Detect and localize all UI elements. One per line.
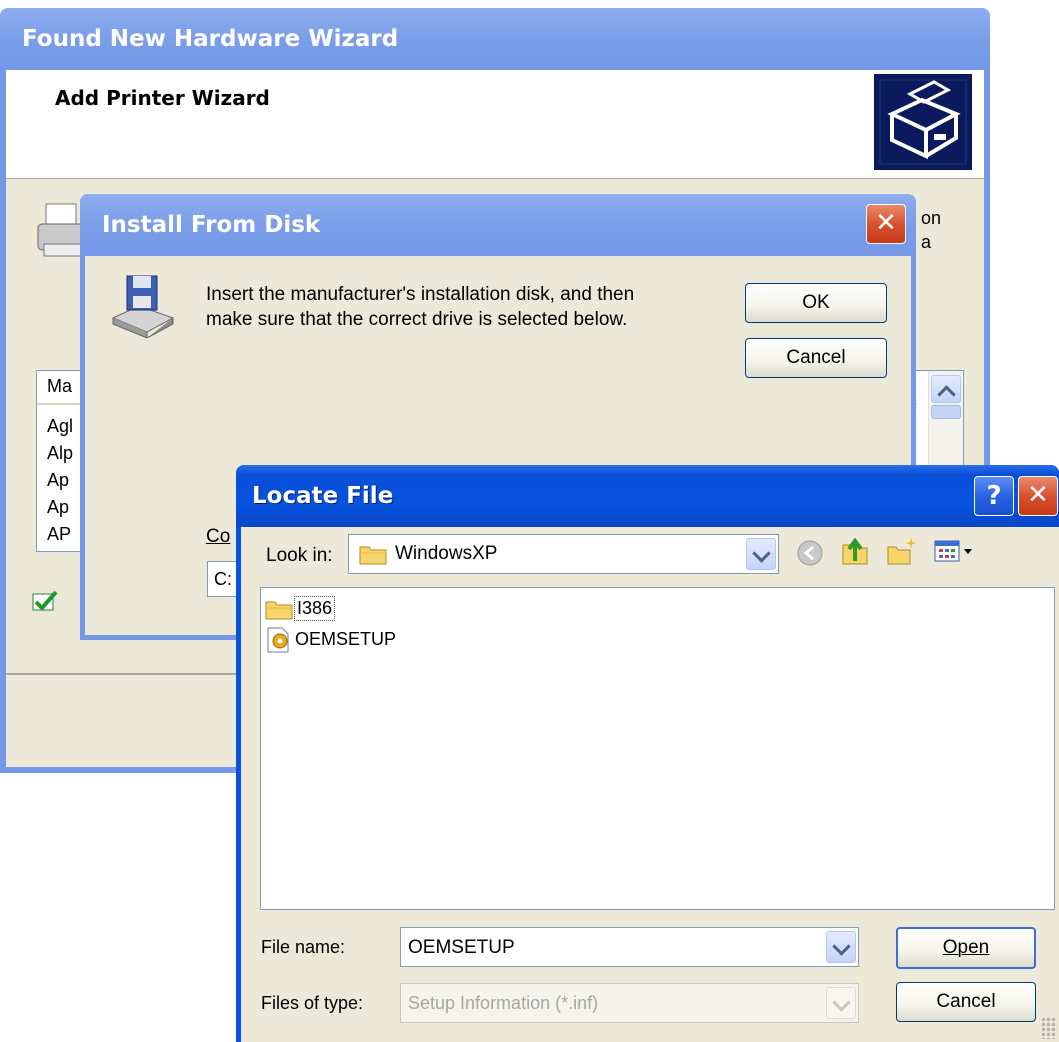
files-of-type-value: Setup Information (*.inf) bbox=[408, 993, 599, 1013]
list-item[interactable]: Agl bbox=[47, 413, 73, 440]
wizard-header-band: Add Printer Wizard bbox=[6, 70, 984, 179]
install-message: Insert the manufacturer's installation d… bbox=[206, 282, 634, 332]
install-from-disk-title: Install From Disk bbox=[102, 212, 321, 238]
ok-button[interactable]: OK bbox=[745, 283, 887, 323]
close-icon: ✕ bbox=[1027, 480, 1049, 510]
partial-text-a: a bbox=[921, 232, 932, 252]
up-one-level-icon[interactable] bbox=[839, 535, 871, 573]
look-in-value: WindowsXP bbox=[395, 543, 498, 564]
file-name-label: I386 bbox=[294, 596, 336, 621]
list-item[interactable]: AP bbox=[47, 521, 73, 548]
list-item[interactable]: Alp bbox=[47, 440, 73, 467]
chevron-up-icon bbox=[937, 385, 956, 404]
look-in-dropdown[interactable]: WindowsXP bbox=[348, 534, 779, 574]
chevron-down-icon bbox=[832, 993, 851, 1012]
view-menu-icon[interactable] bbox=[933, 537, 977, 571]
setup-file-icon bbox=[265, 626, 293, 660]
locate-file-body: Look in: WindowsXP I386 OEMSETUP File na… bbox=[241, 527, 1059, 1042]
files-of-type-select[interactable]: Setup Information (*.inf) bbox=[400, 983, 859, 1023]
files-of-type-dropdown-button[interactable] bbox=[826, 987, 856, 1019]
folder-icon bbox=[359, 543, 387, 571]
chevron-down-icon bbox=[832, 937, 851, 956]
scroll-up-button[interactable] bbox=[931, 375, 961, 404]
look-in-dropdown-button[interactable] bbox=[746, 538, 776, 570]
chevron-down-icon bbox=[752, 544, 771, 563]
wizard-header-title: Add Printer Wizard bbox=[55, 86, 270, 110]
copy-from-label: Co bbox=[206, 526, 231, 547]
look-in-label: Look in: bbox=[266, 545, 333, 566]
close-button[interactable]: ✕ bbox=[866, 204, 906, 244]
install-disk-icon bbox=[109, 272, 175, 344]
hardware-wizard-title: Found New Hardware Wizard bbox=[22, 26, 399, 52]
scroll-thumb[interactable] bbox=[931, 405, 961, 419]
partial-text-on: on bbox=[921, 208, 942, 228]
open-button-label: Open bbox=[942, 937, 990, 958]
files-of-type-label: Files of type: bbox=[261, 993, 364, 1013]
folder-icon bbox=[265, 598, 293, 626]
cancel-button[interactable]: Cancel bbox=[896, 982, 1036, 1022]
open-button[interactable]: Open bbox=[896, 927, 1036, 969]
install-message-line-2: make sure that the correct drive is sele… bbox=[206, 309, 628, 330]
back-icon[interactable] bbox=[796, 539, 824, 573]
new-folder-icon[interactable] bbox=[886, 535, 918, 573]
file-name-label: OEMSETUP bbox=[295, 629, 397, 649]
file-list[interactable]: I386 OEMSETUP bbox=[260, 587, 1055, 910]
list-item[interactable]: Ap bbox=[47, 467, 73, 494]
resize-grip-icon[interactable] bbox=[1041, 1017, 1057, 1039]
file-name-label: File name: bbox=[261, 937, 346, 957]
file-name-combobox[interactable]: OEMSETUP bbox=[400, 927, 859, 967]
digitally-signed-icon bbox=[32, 590, 60, 620]
manufacturer-list-header[interactable]: Ma bbox=[47, 376, 72, 397]
hardware-wizard-logo-icon bbox=[874, 74, 972, 170]
locate-file-titlebar[interactable]: Locate File bbox=[236, 465, 1059, 527]
file-name-value: OEMSETUP bbox=[408, 937, 515, 958]
close-button[interactable]: ✕ bbox=[1018, 476, 1058, 516]
locate-file-title: Locate File bbox=[252, 483, 394, 509]
list-item[interactable]: Ap bbox=[47, 494, 73, 521]
file-name-dropdown-button[interactable] bbox=[826, 931, 856, 963]
help-icon: ? bbox=[986, 481, 1002, 511]
install-message-line-1: Insert the manufacturer's installation d… bbox=[206, 284, 635, 305]
help-button[interactable]: ? bbox=[974, 476, 1014, 516]
install-from-disk-titlebar[interactable]: Install From Disk bbox=[80, 194, 916, 256]
close-icon: ✕ bbox=[875, 208, 897, 238]
copy-from-path-value: C: bbox=[214, 569, 232, 589]
hardware-wizard-titlebar[interactable]: Found New Hardware Wizard bbox=[0, 8, 990, 70]
cancel-button[interactable]: Cancel bbox=[745, 338, 887, 378]
locate-file-dialog: Locate File ? ✕ Look in: WindowsXP I386 … bbox=[236, 465, 1059, 1042]
manufacturer-list-items: Agl Alp Ap Ap AP bbox=[47, 413, 73, 548]
